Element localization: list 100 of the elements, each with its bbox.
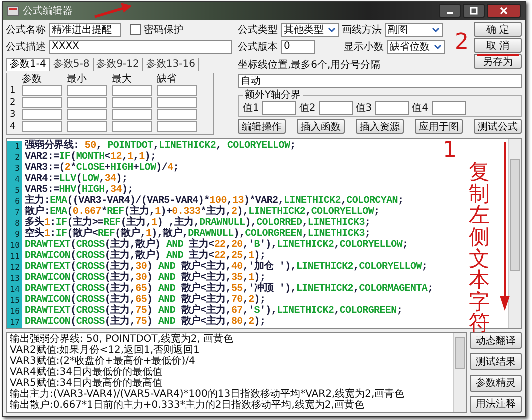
line-number: 5	[7, 185, 22, 196]
dialog-button[interactable]: 取 消	[474, 38, 522, 53]
close-button[interactable]	[487, 4, 521, 18]
annotation-underline	[477, 54, 519, 56]
field-label: 公式名称	[6, 24, 46, 36]
line-number: 10	[7, 240, 22, 251]
minimize-button[interactable]	[439, 4, 461, 18]
param-input[interactable]	[112, 121, 152, 132]
description-field[interactable]: XXXX	[49, 40, 232, 54]
code-line: 空头1:IF(散户<REF(散户,1),散户,DRAWNULL),COLORGREEN,LINETHICK3;	[24, 229, 371, 240]
axis-field[interactable]: 自动	[238, 74, 522, 88]
window-title: 公式编辑器	[23, 4, 73, 18]
toolbar-button[interactable]: 插入资源	[356, 119, 404, 134]
toolbar-button[interactable]: 应用于图	[415, 119, 463, 134]
output-line: 输出主力:(VAR3-VAR4)/(VAR5-VAR4)*100的13日指数移动平均*VAR2,线宽为2,画青色	[10, 389, 406, 400]
value-field[interactable]	[432, 101, 466, 115]
line-number: 7	[7, 207, 22, 218]
vertical-scrollbar[interactable]	[453, 333, 466, 412]
annotation-number: 1	[443, 140, 457, 162]
field-label: 公式类型	[238, 24, 278, 36]
code-line: VAR5:=HHV(HIGH,34);	[24, 185, 134, 196]
output-button[interactable]: 测试结果	[470, 353, 522, 370]
param-input[interactable]	[22, 121, 62, 132]
value-field[interactable]	[262, 101, 296, 115]
param-input[interactable]	[157, 97, 197, 108]
row-number: 1	[10, 86, 17, 96]
param-input[interactable]	[22, 109, 62, 120]
column-header: 最小	[67, 72, 88, 86]
code-line: 多头1:IF(主力>=REF(主力,1) ,主力,DRAWNULL),COLORRED,LINETHICK3;	[24, 218, 371, 229]
line-number: 8	[7, 218, 22, 229]
toolbar-button[interactable]: 编辑操作	[238, 119, 286, 134]
field-label: 公式描述	[6, 40, 46, 54]
code-line: DRAWTEXT(CROSS(主力,65) AND 散户<主力,55,'冲顶 '),LINETHICK2,COLORMAGENTA;	[24, 284, 434, 295]
field-label: 画线方法	[342, 24, 382, 36]
password-checkbox[interactable]: 密码保护	[130, 22, 184, 36]
param-input[interactable]	[67, 109, 107, 120]
output-button[interactable]: 参数精灵	[470, 374, 522, 392]
line-number: 17	[7, 317, 22, 328]
param-input[interactable]	[67, 85, 107, 96]
toolbar-button[interactable]: 插入函数	[297, 119, 345, 134]
param-input[interactable]	[157, 121, 197, 132]
type-dropdown[interactable]: 其他类型	[281, 22, 339, 36]
output-line: VAR3赋值:(2*收盘价+最高价+最低价)/4	[10, 356, 196, 367]
caret-icon	[432, 26, 440, 34]
line-number: 12	[7, 262, 22, 273]
maximize-icon	[470, 7, 478, 15]
line-number: 1	[7, 141, 22, 152]
code-line: 散户:EMA(0.667*REF(主力,1)+0.333*主力,2),LINETHICK2,COLORYELLOW;	[24, 207, 380, 218]
code-line: DRAWICON(CROSS(主力,65) AND 散户<主力,70,2);	[24, 295, 266, 306]
maximize-button[interactable]	[463, 4, 485, 18]
param-tab[interactable]: 参数9-12	[94, 58, 144, 71]
dialog-button[interactable]: 确 定	[474, 22, 522, 37]
row-number: 2	[10, 98, 17, 108]
code-line: DRAWTEXT(CROSS(主力,30) AND 散户<主力,40,'加仓 '),LINETHICK2,COLORYELLOW;	[24, 262, 428, 273]
value-field[interactable]	[375, 101, 410, 115]
app-icon	[7, 5, 19, 17]
line-number: 4	[7, 174, 22, 185]
caret-icon	[328, 26, 336, 34]
down-arrow-icon	[499, 142, 511, 312]
line-number: 11	[7, 251, 22, 262]
field-label: 公式版本	[238, 40, 278, 54]
annotation-text: 复制左侧文本字符	[469, 162, 490, 335]
annotation-arrow-icon	[93, 3, 133, 19]
code-line: VAR3:=(2*CLOSE+HIGH+LOW)/4;	[24, 163, 179, 174]
line-number: 9	[7, 229, 22, 240]
code-line: 主力:EMA((VAR3-VAR4)/(VAR5-VAR4)*100,13)*VAR2,LINETHICK2,COLORCYAN;	[25, 196, 404, 207]
axis-label: 坐标线位置,最多6个,用分号分隔	[238, 58, 382, 72]
version-field[interactable]: 0	[281, 40, 315, 54]
vertical-scrollbar[interactable]	[508, 139, 521, 328]
column-header: 缺省	[157, 72, 178, 86]
group-title: 额外Y轴分界	[244, 90, 302, 101]
param-input[interactable]	[112, 97, 152, 108]
param-tab[interactable]: 参数5-8	[50, 58, 94, 71]
output-button[interactable]: 动态翻译	[470, 332, 522, 349]
value-label: 值2	[299, 102, 316, 115]
line-number: 6	[7, 196, 22, 207]
toolbar-button[interactable]: 测试公式	[474, 119, 522, 134]
value-label: 值4	[412, 102, 428, 115]
param-input[interactable]	[67, 121, 107, 132]
param-input[interactable]	[22, 97, 62, 108]
draw-method-dropdown[interactable]: 副图	[385, 22, 443, 36]
code-line: DRAWICON(CROSS(主力,75) AND 散户<主力,80,2);	[24, 317, 266, 328]
param-tab[interactable]: 参数1-4	[6, 58, 50, 71]
code-line: DRAWTEXT(CROSS(主力,75) AND 散户<主力,67,'S'),LINETHICK2,COLORGREEN;	[24, 306, 403, 317]
value-label: 值1	[243, 102, 260, 115]
param-tab[interactable]: 参数13-16	[143, 58, 200, 71]
param-input[interactable]	[157, 109, 197, 120]
close-icon	[500, 7, 508, 15]
param-input[interactable]	[112, 85, 152, 96]
param-input[interactable]	[112, 109, 152, 120]
param-input[interactable]	[22, 85, 62, 96]
row-number: 3	[10, 110, 17, 120]
decimals-dropdown[interactable]: 缺省位数	[387, 40, 445, 54]
output-button[interactable]: 用法注释	[470, 396, 522, 413]
name-field[interactable]: 精准进出提醒	[49, 22, 121, 36]
line-number: 13	[7, 273, 22, 284]
caret-icon	[434, 42, 442, 50]
param-input[interactable]	[67, 97, 107, 108]
param-input[interactable]	[157, 85, 197, 96]
value-field[interactable]	[318, 101, 353, 115]
